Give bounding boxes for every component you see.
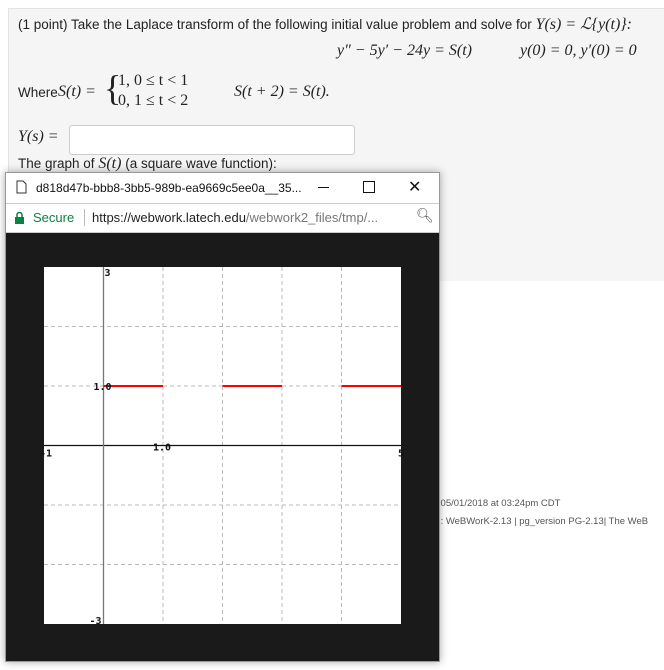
- tick-label-xmin: -1: [40, 449, 52, 460]
- tick-label-x1: 1.0: [153, 443, 171, 454]
- address-bar[interactable]: Secure https://webwork.latech.edu/webwor…: [6, 203, 439, 233]
- s-definition: S(t) =: [58, 83, 96, 100]
- caption-text: The graph of: [18, 156, 95, 171]
- periodic-condition: S(t + 2) = S(t).: [234, 83, 330, 100]
- maximize-button[interactable]: [363, 181, 375, 193]
- square-wave-chart: -1 5 1.0 3 -3 1.0: [40, 267, 404, 627]
- tick-label-ymax: 3: [105, 268, 111, 279]
- footer-generated: at 05/01/2018 at 03:24pm CDT: [430, 498, 561, 509]
- tick-label-y1: 1.0: [94, 382, 112, 393]
- minimize-button[interactable]: [318, 187, 329, 188]
- caption-rest: (a square wave function):: [125, 156, 277, 171]
- close-button[interactable]: ✕: [408, 177, 421, 197]
- zoom-icon[interactable]: 🔍︎: [416, 207, 434, 224]
- intro-math: Y(s) = ℒ{y(t)}:: [535, 16, 632, 33]
- where-label: Where: [18, 85, 58, 100]
- lock-icon: [15, 212, 24, 224]
- page-icon: [16, 180, 27, 194]
- initial-conditions: y(0) = 0, y′(0) = 0: [520, 42, 637, 59]
- plot-background: -1 5 1.0 3 -3 1.0: [6, 233, 439, 661]
- footer-version: on: WeBWorK-2.13 | pg_version PG-2.13| T…: [430, 516, 649, 527]
- url-host: https://webwork.latech.edu: [92, 210, 246, 225]
- intro-text: (1 point) Take the Laplace transform of …: [18, 17, 532, 32]
- popup-title: d818d47b-bbb8-3bb5-989b-ea9669c5ee0a__35…: [36, 181, 302, 195]
- popup-window: d818d47b-bbb8-3bb5-989b-ea9669c5ee0a__35…: [5, 172, 440, 662]
- answer-input[interactable]: [69, 125, 355, 155]
- equation: y″ − 5y′ − 24y = S(t): [337, 42, 472, 59]
- secure-label: Secure: [33, 210, 75, 225]
- tick-label-ymin: -3: [90, 616, 102, 627]
- caption-math: S(t): [98, 155, 122, 172]
- url-path: /webwork2_files/tmp/...: [245, 210, 379, 225]
- divider: [84, 209, 85, 226]
- url[interactable]: https://webwork.latech.edu/webwork2_file…: [92, 210, 378, 225]
- problem-intro: (1 point) Take the Laplace transform of …: [18, 14, 632, 34]
- case-2: 0, 1 ≤ t < 2: [118, 92, 189, 109]
- tick-label-xmax: 5: [398, 449, 404, 460]
- title-bar[interactable]: d818d47b-bbb8-3bb5-989b-ea9669c5ee0a__35…: [6, 173, 439, 203]
- answer-label: Y(s) =: [18, 128, 59, 145]
- graph-caption: The graph of S(t) (a square wave functio…: [18, 155, 277, 173]
- case-1: 1, 0 ≤ t < 1: [118, 72, 189, 89]
